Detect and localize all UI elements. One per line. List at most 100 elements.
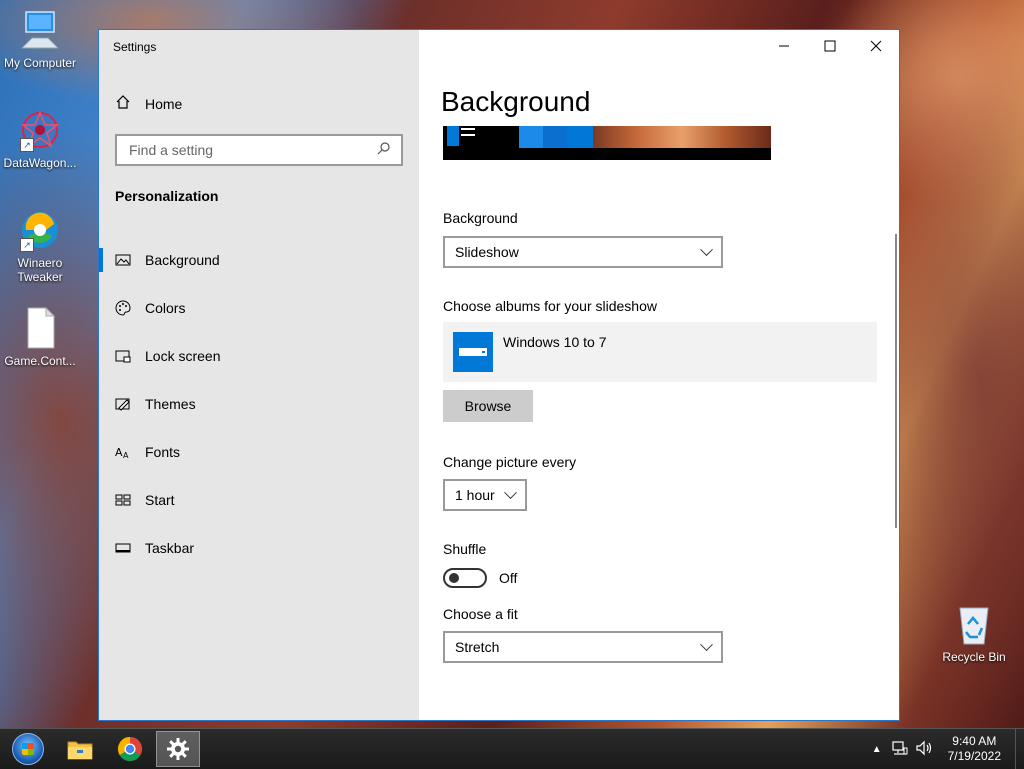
preview-tiles: [519, 126, 593, 148]
picture-icon: [115, 252, 131, 268]
show-desktop-button[interactable]: [1015, 729, 1024, 769]
desktop-icon-my-computer[interactable]: My Computer: [0, 8, 80, 70]
search-input[interactable]: [127, 141, 377, 159]
desktop-icon-label: DataWagon...: [3, 156, 77, 170]
desktop-icon-winaero-tweaker[interactable]: ↗ Winaero Tweaker: [0, 208, 80, 284]
search-icon[interactable]: [377, 141, 391, 160]
taskbar-icon: [115, 540, 131, 556]
shuffle-label: Shuffle: [443, 541, 487, 557]
system-tray: ▲ 9:40 AM 7/19/2022: [866, 729, 1024, 769]
shortcut-arrow-icon: ↗: [20, 238, 34, 252]
clock-date: 7/19/2022: [947, 749, 1001, 763]
folder-icon: [67, 741, 93, 760]
fit-dropdown-value: Stretch: [455, 639, 500, 655]
palette-icon: [115, 300, 131, 316]
minimize-icon: [779, 45, 789, 47]
sidebar-item-fonts[interactable]: AA Fonts: [99, 428, 419, 476]
sidebar-item-start[interactable]: Start: [99, 476, 419, 524]
sidebar-item-label: Fonts: [145, 444, 181, 460]
background-dropdown-value: Slideshow: [455, 244, 519, 260]
computer-icon: [18, 8, 62, 52]
sidebar: Settings Home Personalization Background: [99, 30, 419, 720]
sidebar-item-label: Lock screen: [145, 348, 221, 364]
gear-icon: [167, 738, 189, 760]
datawagon-icon: ↗: [18, 108, 62, 152]
caption-buttons: [761, 30, 899, 62]
taskbar-file-explorer[interactable]: [58, 731, 102, 767]
winaero-tweaker-icon: ↗: [18, 208, 62, 252]
page-title: Background: [441, 86, 591, 117]
maximize-button[interactable]: [807, 30, 853, 62]
taskbar-settings[interactable]: [156, 731, 200, 767]
change-picture-value: 1 hour: [455, 487, 495, 503]
clock-time: 9:40 AM: [952, 734, 997, 748]
preview-start-tile: [447, 126, 459, 146]
taskbar: ▲ 9:40 AM 7/19/2022: [0, 728, 1024, 769]
album-thumbnail-icon: [453, 332, 493, 372]
desktop-icon-label: My Computer: [3, 56, 77, 70]
nav-list: Background Colors Lock screen Themes A A…: [99, 236, 419, 572]
sidebar-item-lock-screen[interactable]: Lock screen: [99, 332, 419, 380]
sidebar-item-label: Themes: [145, 396, 196, 412]
maximize-icon: [824, 40, 836, 52]
albums-label: Choose albums for your slideshow: [443, 298, 657, 314]
sidebar-item-label: Colors: [145, 300, 186, 316]
scrollbar[interactable]: [895, 234, 897, 528]
desktop-icon-label: Winaero Tweaker: [17, 256, 63, 284]
lock-screen-icon: [115, 348, 131, 364]
sidebar-item-colors[interactable]: Colors: [99, 284, 419, 332]
shortcut-arrow-icon: ↗: [20, 138, 34, 152]
svg-text:A: A: [123, 451, 129, 460]
fit-label: Choose a fit: [443, 606, 518, 622]
volume-icon[interactable]: [912, 740, 938, 759]
close-button[interactable]: [853, 30, 899, 62]
sidebar-item-label: Taskbar: [145, 540, 195, 556]
change-picture-dropdown[interactable]: 1 hour: [443, 479, 527, 511]
background-dropdown[interactable]: Slideshow: [443, 236, 723, 268]
search-box[interactable]: [115, 134, 403, 166]
desktop-icon-recycle-bin[interactable]: Recycle Bin: [934, 602, 1014, 664]
background-label: Background: [443, 210, 518, 226]
sidebar-item-taskbar[interactable]: Taskbar: [99, 524, 419, 572]
fonts-icon: AA: [115, 444, 131, 460]
sidebar-item-themes[interactable]: Themes: [99, 380, 419, 428]
chevron-down-icon: [700, 242, 713, 256]
windows-logo-icon: [12, 733, 44, 765]
sidebar-item-label: Background: [145, 252, 220, 268]
change-picture-label: Change picture every: [443, 454, 577, 470]
shuffle-toggle[interactable]: [443, 568, 487, 588]
desktop-icon-game-cont[interactable]: Game.Cont...: [0, 306, 80, 368]
home-link[interactable]: Home: [115, 94, 182, 113]
minimize-button[interactable]: [761, 30, 807, 62]
network-icon[interactable]: [888, 740, 912, 759]
window-title: Settings: [113, 40, 157, 54]
chrome-icon: [117, 737, 143, 762]
show-hidden-icons-icon[interactable]: ▲: [866, 744, 888, 755]
sidebar-item-background[interactable]: Background: [99, 236, 419, 284]
taskbar-chrome[interactable]: [108, 731, 152, 767]
home-icon: [115, 94, 131, 113]
clock[interactable]: 9:40 AM 7/19/2022: [938, 734, 1015, 764]
album-name: Windows 10 to 7: [503, 334, 607, 350]
background-preview: [443, 126, 771, 160]
themes-icon: [115, 396, 131, 412]
file-icon: [18, 306, 62, 350]
recycle-bin-icon: [952, 602, 996, 646]
fit-dropdown[interactable]: Stretch: [443, 631, 723, 663]
chevron-down-icon: [700, 637, 713, 651]
desktop-icon-label: Recycle Bin: [942, 650, 1006, 664]
album-item[interactable]: Windows 10 to 7: [443, 322, 877, 382]
start-icon: [115, 492, 131, 508]
content-pane: Background Background Slideshow Choose a…: [419, 30, 899, 720]
desktop-icon-datawagon[interactable]: ↗ DataWagon...: [0, 108, 80, 170]
settings-window: Settings Home Personalization Background: [98, 29, 900, 721]
browse-button[interactable]: Browse: [443, 390, 533, 422]
preview-wallpaper: [593, 126, 771, 148]
shuffle-state: Off: [499, 570, 518, 586]
home-label: Home: [145, 95, 183, 112]
section-title: Personalization: [115, 188, 219, 204]
start-button[interactable]: [6, 731, 50, 767]
chevron-down-icon: [504, 485, 517, 499]
sidebar-item-label: Start: [145, 492, 175, 508]
preview-list-line: [461, 134, 475, 136]
